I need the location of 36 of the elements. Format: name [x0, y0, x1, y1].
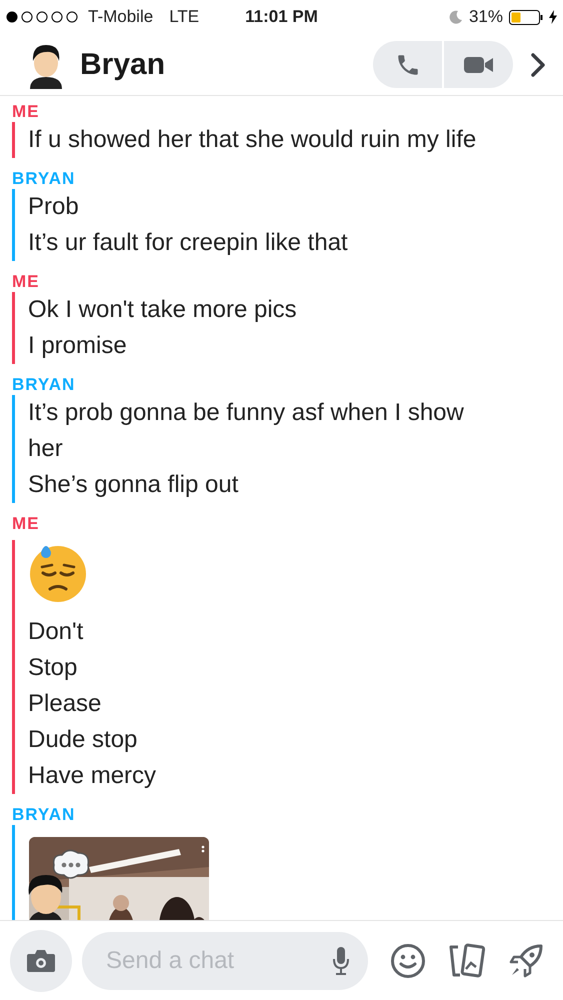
- message-text: Prob: [28, 192, 80, 222]
- battery-percent: 31%: [468, 7, 503, 27]
- carrier-name: T-Mobile: [88, 7, 154, 27]
- message-text: Ok I won't take more pics: [28, 295, 298, 325]
- sender-label: BRYAN: [12, 805, 76, 825]
- sender-label: ME: [12, 514, 40, 534]
- contact-name: Bryan: [80, 48, 166, 82]
- rocket-icon: [508, 942, 544, 978]
- microphone-icon[interactable]: [332, 946, 350, 976]
- cards-button[interactable]: [448, 942, 486, 978]
- message-text: It’s prob gonna be funny asf when I show her: [28, 398, 465, 464]
- charging-icon: [549, 10, 557, 24]
- message-text: I promise: [28, 331, 128, 361]
- network-type: LTE: [169, 7, 200, 27]
- moon-icon: [448, 10, 463, 24]
- message-text: Stop: [28, 653, 78, 683]
- sender-label: ME: [12, 272, 40, 292]
- message-text: Dude stop: [28, 725, 138, 755]
- sender-label: BRYAN: [12, 169, 76, 189]
- smiley-icon: [390, 942, 426, 978]
- battery-icon: [509, 10, 543, 24]
- clock-time: 11:01 PM: [245, 7, 318, 26]
- video-camera-icon: [464, 54, 494, 74]
- message-text: If u showed her that she would ruin my life: [28, 125, 478, 155]
- sender-label: BRYAN: [12, 375, 76, 395]
- camera-icon: [26, 948, 56, 972]
- sender-label: ME: [12, 102, 40, 122]
- chevron-right-icon: [531, 52, 545, 76]
- rocket-button[interactable]: [508, 942, 544, 978]
- smiley-button[interactable]: [390, 942, 426, 978]
- message-text: Don't: [28, 617, 84, 647]
- message-text: Have mercy: [28, 761, 158, 791]
- message-text: She’s gonna flip out: [28, 470, 240, 500]
- message-text: It’s ur fault for creepin like that: [28, 228, 349, 258]
- message-text: Please: [28, 689, 102, 719]
- cards-icon: [448, 942, 486, 978]
